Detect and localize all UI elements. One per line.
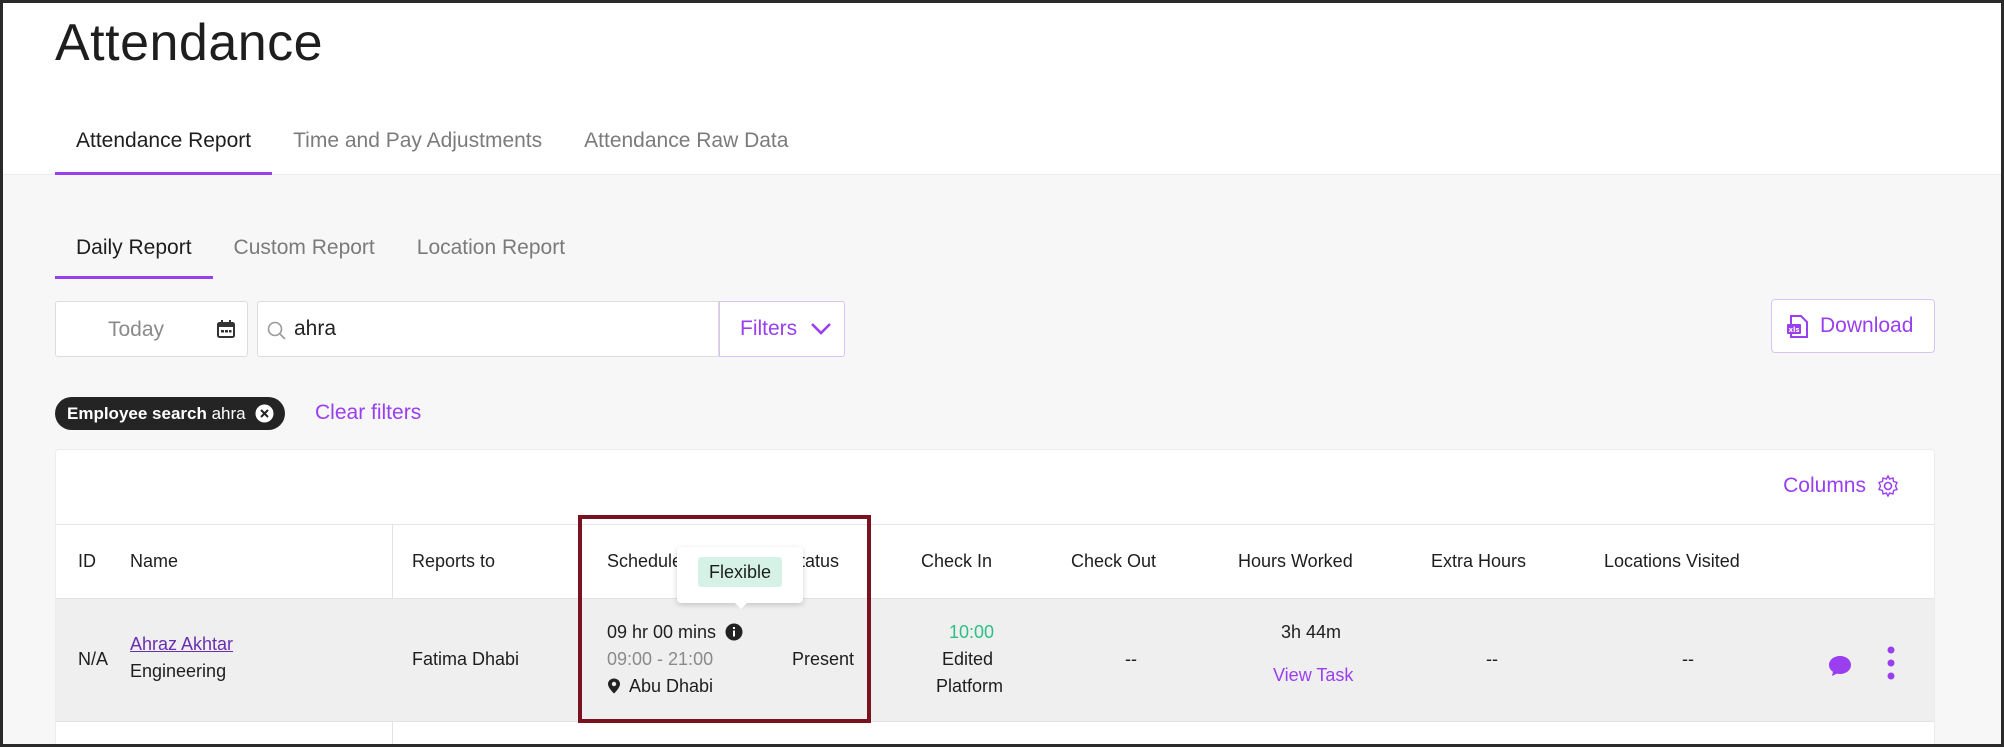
header-check-out[interactable]: Check Out bbox=[1071, 551, 1156, 572]
tab-location-report[interactable]: Location Report bbox=[396, 221, 586, 279]
view-task-link[interactable]: View Task bbox=[1273, 665, 1353, 686]
main-tabs: Attendance Report Time and Pay Adjustmen… bbox=[55, 115, 809, 175]
close-circle-icon[interactable] bbox=[255, 404, 274, 423]
schedule-type-tooltip: Flexible bbox=[677, 547, 803, 609]
tab-custom-report[interactable]: Custom Report bbox=[213, 221, 396, 279]
header-check-in[interactable]: Check In bbox=[921, 551, 992, 572]
columns-label: Columns bbox=[1783, 474, 1866, 497]
employee-search bbox=[257, 301, 719, 357]
header-name[interactable]: Name bbox=[130, 551, 178, 572]
cell-locations-visited: -- bbox=[1682, 649, 1694, 669]
header-id[interactable]: ID bbox=[78, 551, 96, 572]
download-button[interactable]: xls Download bbox=[1771, 299, 1935, 353]
chip-value: ahra bbox=[211, 404, 246, 423]
cell-id: N/A bbox=[78, 649, 109, 669]
table-header: ID Name Reports to Schedule Status Check… bbox=[56, 524, 1934, 598]
header-hours-worked[interactable]: Hours Worked bbox=[1238, 551, 1353, 572]
filters-button[interactable]: Filters bbox=[719, 301, 845, 357]
cell-hours-worked: 3h 44m bbox=[1281, 622, 1342, 642]
svg-text:xls: xls bbox=[1788, 326, 1799, 334]
cell-status: Present bbox=[792, 649, 855, 669]
kebab-menu-icon[interactable] bbox=[1886, 645, 1896, 681]
cell-schedule-duration: 09 hr 00 mins bbox=[607, 622, 743, 643]
schedule-duration-text: 09 hr 00 mins bbox=[607, 622, 717, 642]
filter-chip-employee-search: Employee search ahra bbox=[55, 397, 285, 430]
report-tabs: Daily Report Custom Report Location Repo… bbox=[55, 221, 586, 279]
tab-attendance-raw-data[interactable]: Attendance Raw Data bbox=[563, 115, 809, 175]
attendance-table: Columns ID Name Reports to Schedule Stat… bbox=[55, 449, 1935, 744]
chip-label: Employee search bbox=[67, 404, 207, 423]
tab-attendance-report[interactable]: Attendance Report bbox=[55, 115, 273, 175]
calendar-icon[interactable] bbox=[216, 319, 236, 339]
cell-check-in-note: Edited bbox=[942, 649, 994, 669]
columns-button[interactable]: Columns bbox=[1783, 474, 1900, 498]
header: Attendance Attendance Report Time and Pa… bbox=[3, 3, 2001, 175]
cell-check-in-source: Platform bbox=[936, 676, 1004, 696]
date-value: Today bbox=[108, 318, 165, 341]
tab-daily-report[interactable]: Daily Report bbox=[55, 221, 213, 279]
schedule-location-text: Abu Dhabi bbox=[629, 676, 714, 696]
header-extra-hours[interactable]: Extra Hours bbox=[1431, 551, 1526, 572]
cell-schedule-location: Abu Dhabi bbox=[607, 676, 713, 697]
header-schedule[interactable]: Schedule bbox=[607, 551, 682, 572]
filters-label: Filters bbox=[740, 317, 798, 340]
page-title: Attendance bbox=[55, 14, 324, 72]
date-picker[interactable]: Today bbox=[55, 301, 248, 357]
info-icon[interactable] bbox=[725, 623, 743, 641]
employee-name-link[interactable]: Ahraz Akhtar bbox=[130, 634, 233, 655]
gear-icon bbox=[1878, 474, 1898, 498]
table-row: N/A Ahraz Akhtar Engineering Fatima Dhab… bbox=[56, 598, 1934, 722]
chevron-down-icon bbox=[811, 323, 831, 335]
search-input[interactable] bbox=[294, 312, 694, 346]
header-locations-visited[interactable]: Locations Visited bbox=[1604, 551, 1740, 572]
tooltip-arrow bbox=[733, 601, 749, 609]
tooltip-label: Flexible bbox=[698, 557, 782, 587]
header-reports-to[interactable]: Reports to bbox=[412, 551, 495, 572]
attendance-window: Attendance Attendance Report Time and Pa… bbox=[0, 0, 2004, 747]
cell-schedule-hours: 09:00 - 21:00 bbox=[607, 649, 714, 669]
chat-bubble-icon[interactable] bbox=[1828, 655, 1852, 677]
cell-reports-to: Fatima Dhabi bbox=[412, 649, 520, 669]
download-label: Download bbox=[1820, 314, 1914, 337]
location-pin-icon bbox=[608, 678, 620, 694]
cell-extra-hours: -- bbox=[1486, 649, 1498, 669]
cell-check-out: -- bbox=[1125, 649, 1137, 669]
tab-time-and-pay-adjustments[interactable]: Time and Pay Adjustments bbox=[272, 115, 563, 175]
cell-department: Engineering bbox=[130, 661, 227, 681]
file-download-icon: xls bbox=[1787, 315, 1808, 338]
search-icon bbox=[267, 321, 286, 340]
cell-check-in-time: 10:00 bbox=[949, 622, 995, 642]
clear-filters-link[interactable]: Clear filters bbox=[315, 401, 421, 425]
